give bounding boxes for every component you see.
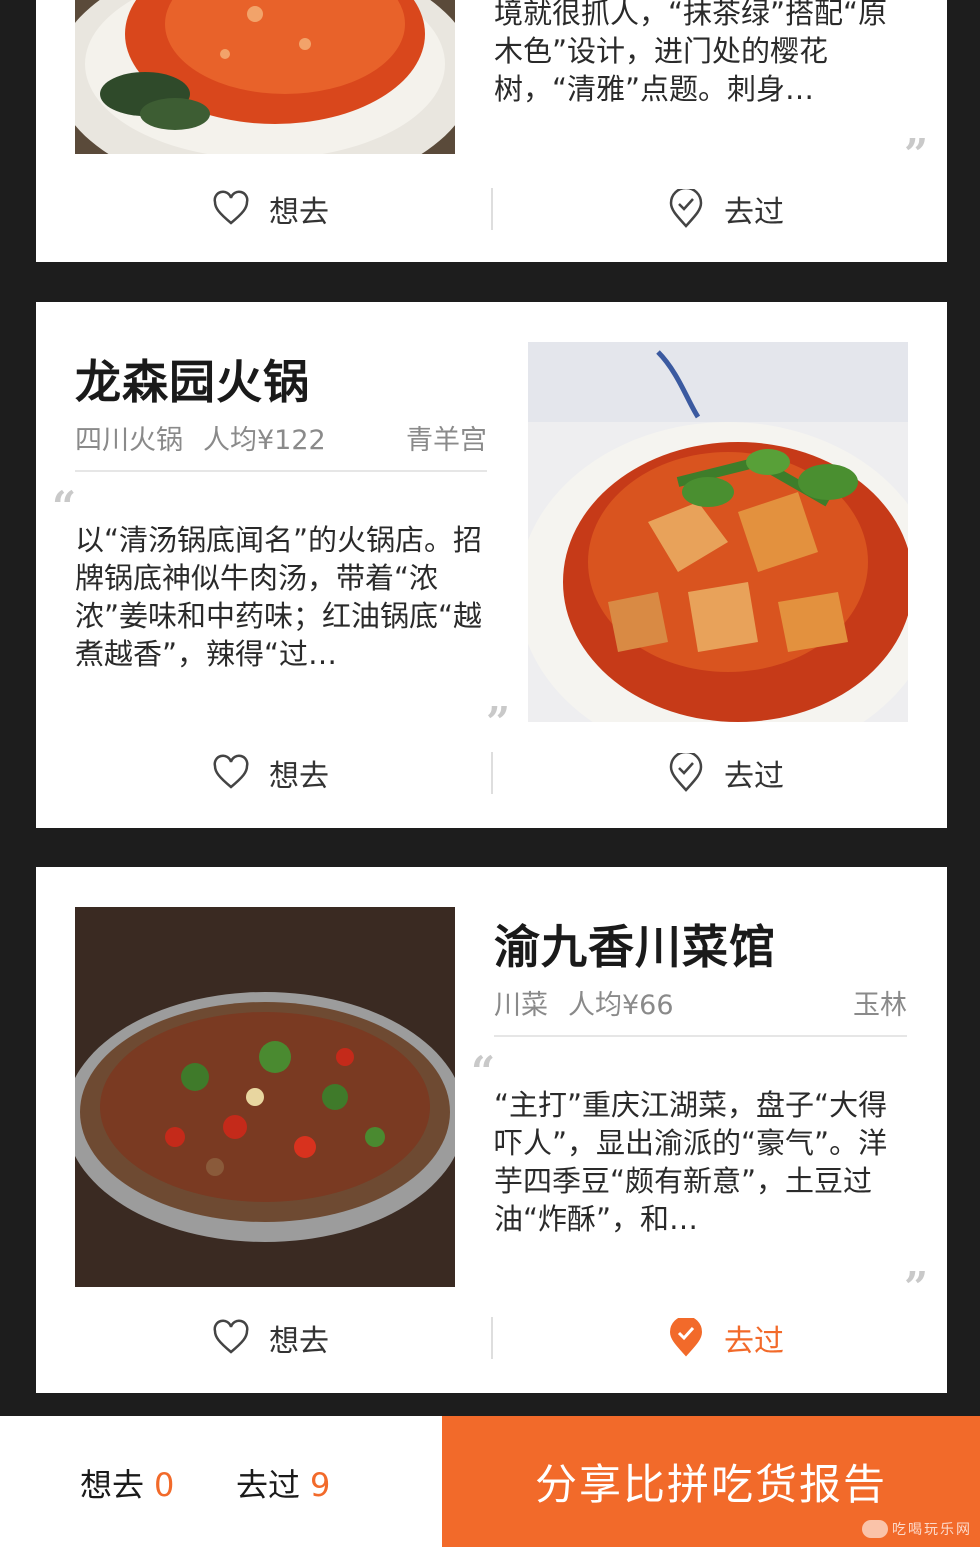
location-check-filled-icon <box>669 1318 703 1357</box>
been-there-label: 去过 <box>724 195 784 230</box>
been-count-value: 9 <box>310 1466 331 1504</box>
bottom-bar: 想去 0 去过 9 分享比拼吃货报告 吃喝玩乐网 <box>0 1416 980 1547</box>
area-label: 青羊宫 <box>406 425 487 456</box>
want-to-go-count[interactable]: 想去 0 <box>80 1460 174 1506</box>
want-to-go-button[interactable]: 想去 <box>211 174 329 244</box>
location-check-outline-icon <box>669 189 703 228</box>
been-there-button[interactable]: 去过 <box>666 738 784 808</box>
card-actions: 想去 去过 <box>36 174 947 244</box>
meta-divider <box>494 1035 907 1037</box>
watermark-logo-icon <box>862 1520 888 1538</box>
restaurant-name: 龙森园火锅 <box>75 355 310 409</box>
heart-outline-icon <box>213 190 249 225</box>
action-divider <box>491 752 493 794</box>
site-watermark: 吃喝玩乐网 <box>862 1519 972 1539</box>
restaurant-photo-sichuan-dish[interactable] <box>75 907 455 1287</box>
quote-open-mark: “ <box>52 482 77 531</box>
restaurant-name: 渝九香川菜馆 <box>494 920 776 974</box>
heart-outline-icon <box>213 754 249 789</box>
quote-close-mark: ” <box>904 130 929 179</box>
watermark-text: 吃喝玩乐网 <box>892 1522 972 1538</box>
restaurant-card-3[interactable]: 渝九香川菜馆 川菜 人均¥66 玉林 “ “主打”重庆江湖菜，盘子“大得吓人”，显… <box>36 867 947 1393</box>
want-to-go-label: 想去 <box>269 759 329 794</box>
been-there-label: 去过 <box>724 759 784 794</box>
restaurant-card-1[interactable]: 境就很抓人，“抹茶绿”搭配“原木色”设计，进门处的樱花树，“清雅”点题。刺身… … <box>36 0 947 262</box>
action-divider <box>491 188 493 230</box>
restaurant-photo-hotpot[interactable] <box>528 342 908 722</box>
been-there-button[interactable]: 去过 <box>666 174 784 244</box>
restaurant-photo-crab[interactable] <box>75 0 455 154</box>
want-count-label: 想去 <box>80 1466 145 1504</box>
meta-divider <box>75 470 487 472</box>
want-to-go-label: 想去 <box>269 195 329 230</box>
been-there-count[interactable]: 去过 9 <box>236 1460 330 1506</box>
been-there-label: 去过 <box>724 1324 784 1359</box>
price-label: 人均¥66 <box>568 990 674 1021</box>
want-to-go-button[interactable]: 想去 <box>211 1303 329 1373</box>
want-count-value: 0 <box>154 1466 175 1504</box>
restaurant-description: 境就很抓人，“抹茶绿”搭配“原木色”设计，进门处的樱花树，“清雅”点题。刺身… <box>494 0 888 106</box>
been-there-button-active[interactable]: 去过 <box>666 1303 784 1373</box>
action-divider <box>491 1317 493 1359</box>
want-to-go-label: 想去 <box>269 1324 329 1359</box>
cuisine-label: 川菜 <box>494 990 548 1021</box>
restaurant-card-2[interactable]: 龙森园火锅 四川火锅 人均¥122 青羊宫 “ 以“清汤锅底闻名”的火锅店。招牌锅… <box>36 302 947 828</box>
want-to-go-button[interactable]: 想去 <box>211 738 329 808</box>
share-report-label: 分享比拼吃货报告 <box>534 1460 887 1509</box>
card-actions: 想去 去过 <box>36 1303 947 1373</box>
area-label: 玉林 <box>853 990 907 1021</box>
restaurant-meta: 川菜 人均¥66 <box>494 983 674 1022</box>
card-actions: 想去 去过 <box>36 738 947 808</box>
location-check-outline-icon <box>669 753 703 792</box>
heart-outline-icon <box>213 1319 249 1354</box>
restaurant-description: “主打”重庆江湖菜，盘子“大得吓人”，显出渝派的“豪气”。洋芋四季豆“颇有新意”… <box>494 1088 888 1236</box>
restaurant-description: 以“清汤锅底闻名”的火锅店。招牌锅底神似牛肉汤，带着“浓浓”姜味和中药味；红油锅… <box>75 523 483 671</box>
price-label: 人均¥122 <box>203 425 326 456</box>
share-report-button[interactable]: 分享比拼吃货报告 吃喝玩乐网 <box>442 1416 980 1547</box>
quote-open-mark: “ <box>471 1047 496 1096</box>
restaurant-meta: 四川火锅 人均¥122 <box>75 418 326 457</box>
been-count-label: 去过 <box>236 1466 301 1504</box>
cuisine-label: 四川火锅 <box>75 425 183 456</box>
